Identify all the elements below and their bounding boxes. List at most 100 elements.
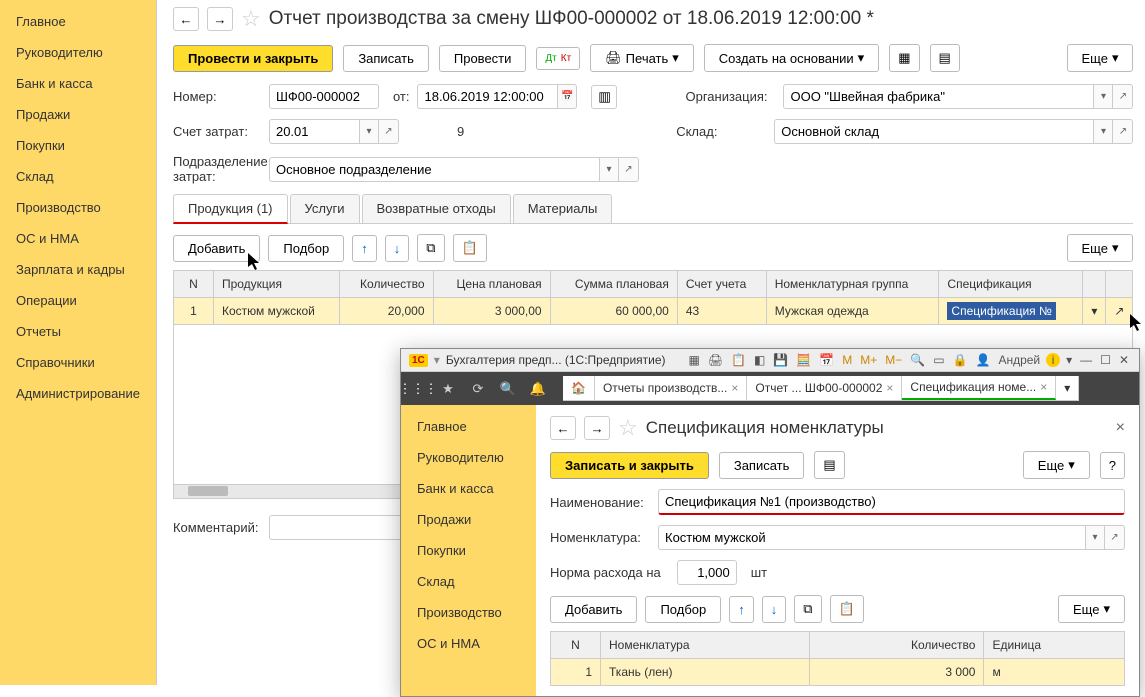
open-icon[interactable]: ↗ xyxy=(1113,84,1133,109)
col-nomgrp[interactable]: Номенклатурная группа xyxy=(766,271,939,298)
calc-icon[interactable]: 🧮 xyxy=(794,353,813,367)
info-icon[interactable]: i xyxy=(1046,353,1060,367)
compare-icon[interactable]: ◧ xyxy=(752,353,767,367)
move-up-icon[interactable]: ↑ xyxy=(729,596,754,623)
pick-button[interactable]: Подбор xyxy=(645,596,721,623)
col-qty[interactable]: Количество xyxy=(809,632,984,659)
list-button[interactable]: ▤ xyxy=(814,451,844,479)
open-icon[interactable]: ↗ xyxy=(619,157,639,182)
favorite-icon[interactable]: ☆ xyxy=(618,415,638,441)
user-name[interactable]: Андрей xyxy=(996,353,1042,367)
division-input[interactable] xyxy=(269,157,599,182)
clipboard-icon[interactable]: 📋 xyxy=(729,353,748,367)
sidebar-item[interactable]: ОС и НМА xyxy=(0,223,156,254)
col-n[interactable]: N xyxy=(551,632,601,659)
sidebar-item[interactable]: Руководителю xyxy=(0,37,156,68)
sidebar-item[interactable]: Продажи xyxy=(401,504,536,535)
move-up-icon[interactable]: ↑ xyxy=(352,235,377,262)
save-icon[interactable]: 💾 xyxy=(771,353,790,367)
minimize-icon[interactable]: — xyxy=(1078,353,1094,367)
star-icon[interactable]: ★ xyxy=(437,378,459,400)
favorite-icon[interactable]: ☆ xyxy=(241,6,261,32)
sidebar-item[interactable]: Производство xyxy=(401,597,536,628)
sidebar-item[interactable]: Склад xyxy=(0,161,156,192)
close-icon[interactable]: ✕ xyxy=(1117,353,1131,367)
tab-services[interactable]: Услуги xyxy=(290,194,360,223)
col-qty[interactable]: Количество xyxy=(340,271,433,298)
tab-products[interactable]: Продукция (1) xyxy=(173,194,288,224)
sidebar-item[interactable]: Операции xyxy=(0,285,156,316)
sidebar-item[interactable]: Банк и касса xyxy=(401,473,536,504)
sidebar-item[interactable]: Покупки xyxy=(401,535,536,566)
sidebar-item[interactable]: Покупки xyxy=(0,130,156,161)
table-row[interactable]: 1 Костюм мужской 20,000 3 000,00 60 000,… xyxy=(173,298,1133,325)
add-button[interactable]: Добавить xyxy=(550,596,637,623)
maximize-icon[interactable]: ☐ xyxy=(1098,353,1113,367)
create-based-button[interactable]: Создать на основании ▾ xyxy=(704,44,879,72)
costacc-input[interactable] xyxy=(269,119,359,144)
col-unit[interactable]: Единица xyxy=(984,632,1125,659)
forward-button[interactable]: → xyxy=(584,416,610,440)
dtkt-button[interactable]: ДтКт xyxy=(536,47,580,70)
col-product[interactable]: Продукция xyxy=(213,271,339,298)
sidebar-item[interactable]: Справочники xyxy=(0,347,156,378)
sub-titlebar[interactable]: 1С ▾ Бухгалтерия предп... (1С:Предприяти… xyxy=(401,349,1139,372)
close-icon[interactable]: × xyxy=(1116,419,1125,437)
screen-icon[interactable]: ▭ xyxy=(931,353,946,367)
dropdown-icon[interactable]: ▾ xyxy=(359,119,379,144)
zoom-icon[interactable]: 🔍 xyxy=(908,353,927,367)
form-settings-icon[interactable]: ▥ xyxy=(591,85,617,109)
move-down-icon[interactable]: ↓ xyxy=(385,235,410,262)
list-button[interactable]: ▤ xyxy=(930,44,960,72)
calendar-icon[interactable]: 📅 xyxy=(557,84,577,109)
name-input[interactable] xyxy=(658,489,1125,515)
window-tab[interactable]: Отчет ... ШФ00-000002× xyxy=(747,376,902,400)
org-input[interactable] xyxy=(783,84,1093,109)
register-button[interactable]: ▦ xyxy=(889,44,919,72)
add-button[interactable]: Добавить xyxy=(173,235,260,262)
m-plus-icon[interactable]: M+ xyxy=(858,353,879,367)
tab-overflow[interactable]: ▾ xyxy=(1056,376,1079,400)
col-spec[interactable]: Спецификация xyxy=(939,271,1083,298)
sidebar-item[interactable]: Главное xyxy=(401,411,536,442)
window-tab[interactable]: Отчеты производств...× xyxy=(595,376,747,400)
save-button[interactable]: Записать xyxy=(343,45,429,72)
warehouse-input[interactable] xyxy=(774,119,1093,144)
copy-icon[interactable]: ⧉ xyxy=(417,234,444,262)
dropdown-icon[interactable]: ▾ xyxy=(599,157,619,182)
move-down-icon[interactable]: ↓ xyxy=(762,596,787,623)
home-tab[interactable]: 🏠 xyxy=(563,376,595,400)
dropdown-icon[interactable]: ▾ xyxy=(1085,525,1105,550)
save-close-button[interactable]: Записать и закрыть xyxy=(550,452,709,479)
more-button[interactable]: Еще ▾ xyxy=(1023,451,1090,479)
back-button[interactable]: ← xyxy=(173,7,199,31)
m-icon[interactable]: M xyxy=(840,353,854,367)
paste-icon[interactable]: 📋 xyxy=(453,234,487,262)
print-icon[interactable]: 🖨 xyxy=(706,353,725,367)
open-icon[interactable]: ↗ xyxy=(1105,525,1125,550)
calendar-icon[interactable]: 📅 xyxy=(817,353,836,367)
user-icon[interactable]: 👤 xyxy=(974,353,993,367)
sidebar-item[interactable]: Зарплата и кадры xyxy=(0,254,156,285)
forward-button[interactable]: → xyxy=(207,7,233,31)
m-minus-icon[interactable]: M− xyxy=(883,353,904,367)
close-tab-icon[interactable]: × xyxy=(1040,380,1047,394)
sidebar-item[interactable]: Администрирование xyxy=(0,378,156,409)
close-tab-icon[interactable]: × xyxy=(731,381,738,395)
more-button[interactable]: Еще ▾ xyxy=(1067,234,1134,262)
more-button[interactable]: Еще ▾ xyxy=(1067,44,1134,72)
pick-button[interactable]: Подбор xyxy=(268,235,344,262)
col-acc[interactable]: Счет учета xyxy=(677,271,766,298)
sidebar-item[interactable]: Производство xyxy=(0,192,156,223)
open-icon[interactable]: ↗ xyxy=(379,119,399,144)
search-icon[interactable]: 🔍 xyxy=(497,378,519,400)
save-button[interactable]: Записать xyxy=(719,452,805,479)
table-row[interactable]: 1 Ткань (лен) 3 000 м xyxy=(551,659,1125,686)
tab-returns[interactable]: Возвратные отходы xyxy=(362,194,511,223)
help-button[interactable]: ? xyxy=(1100,452,1125,479)
print-preview-icon[interactable]: ▦ xyxy=(686,353,701,367)
col-sum[interactable]: Сумма плановая xyxy=(550,271,677,298)
dropdown-icon[interactable]: ▾ xyxy=(1093,84,1113,109)
post-and-close-button[interactable]: Провести и закрыть xyxy=(173,45,333,72)
col-n[interactable]: N xyxy=(173,271,213,298)
